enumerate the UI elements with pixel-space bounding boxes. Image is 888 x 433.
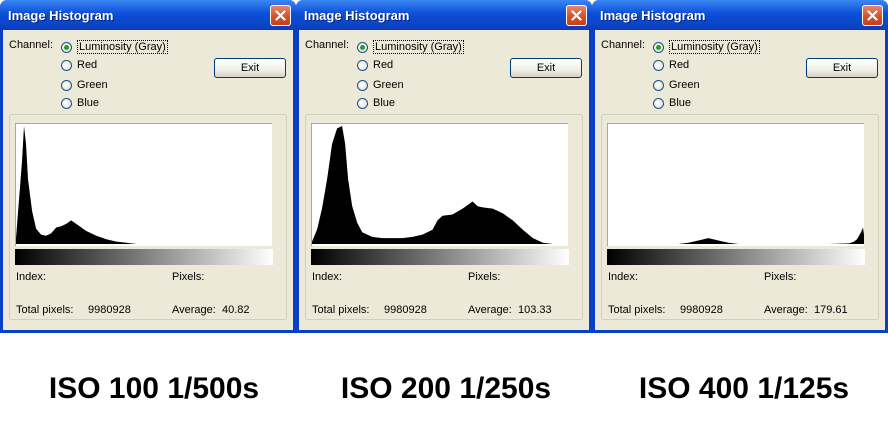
histogram-area [16,126,272,244]
radio-button[interactable] [653,41,664,53]
total-pixels-value: 9980928 [384,304,427,316]
histogram-window: Image Histogram Channel: Luminosity (Gra… [0,0,296,333]
histogram-group: Index: Pixels: Total pixels: 9980928 Ave… [9,114,287,320]
total-pixels-value: 9980928 [680,304,723,316]
channel-option-luminosity[interactable]: Luminosity (Gray) [61,40,168,54]
close-button[interactable] [270,5,291,26]
radio-button[interactable] [357,59,368,71]
channel-option-red[interactable]: Red [61,59,97,71]
exposure-caption: ISO 100 1/500s [48,372,260,405]
channel-option-blue[interactable]: Blue [653,97,691,109]
pixels-label: Pixels: [172,271,205,283]
title-bar[interactable]: Image Histogram [592,0,888,30]
close-button[interactable] [862,5,883,26]
channel-option-green[interactable]: Green [653,79,700,91]
window-title: Image Histogram [600,8,706,23]
close-button[interactable] [566,5,587,26]
channel-option-red[interactable]: Red [653,59,689,71]
total-pixels-label: Total pixels: [312,304,370,316]
channel-option-label: Blue [77,97,100,109]
channel-option-luminosity[interactable]: Luminosity (Gray) [357,40,464,54]
channel-option-label: Luminosity (Gray) [669,40,760,54]
radio-button[interactable] [61,59,72,71]
channel-option-label: Red [669,59,690,71]
radio-button[interactable] [653,59,664,71]
radio-button[interactable] [61,79,72,91]
channel-option-red[interactable]: Red [357,59,393,71]
channel-option-label: Green [77,79,108,91]
exit-button[interactable]: Exit [214,58,286,78]
window-title: Image Histogram [304,8,410,23]
close-icon [275,10,286,21]
channel-label: Channel: [601,39,646,51]
average-label: Average: [764,304,808,316]
channel-option-blue[interactable]: Blue [357,97,395,109]
radio-button[interactable] [357,79,368,91]
average-value: 179.61 [814,304,848,316]
histogram-area [608,227,864,244]
close-icon [571,10,582,21]
channel-option-label: Green [669,79,700,91]
average-value: 103.33 [518,304,552,316]
histogram-plot [15,123,272,246]
average-label: Average: [172,304,216,316]
channel-option-label: Red [77,59,98,71]
channel-option-label: Luminosity (Gray) [77,40,168,54]
total-pixels-label: Total pixels: [16,304,74,316]
channel-option-label: Blue [669,97,692,109]
radio-button[interactable] [61,97,72,109]
radio-button[interactable] [61,41,72,53]
radio-button[interactable] [357,97,368,109]
pixels-label: Pixels: [764,271,797,283]
channel-option-label: Blue [373,97,396,109]
index-label: Index: [16,271,46,283]
histogram-window: Image Histogram Channel: Luminosity (Gra… [592,0,888,333]
exposure-caption: ISO 200 1/250s [340,372,552,405]
index-label: Index: [312,271,342,283]
histogram-chart [608,227,864,244]
histogram-area [312,126,568,244]
channel-label: Channel: [305,39,350,51]
channel-option-label: Green [373,79,404,91]
channel-option-green[interactable]: Green [61,79,108,91]
window-client-area: Channel: Luminosity (Gray) Red Green Blu… [595,30,885,330]
channel-option-label: Red [373,59,394,71]
radio-button[interactable] [653,79,664,91]
intensity-gradient-bar [607,249,865,265]
total-pixels-value: 9980928 [88,304,131,316]
window-client-area: Channel: Luminosity (Gray) Red Green Blu… [299,30,589,330]
title-bar[interactable]: Image Histogram [0,0,296,30]
window-client-area: Channel: Luminosity (Gray) Red Green Blu… [3,30,293,330]
channel-option-green[interactable]: Green [357,79,404,91]
exit-button[interactable]: Exit [806,58,878,78]
histogram-plot [607,123,864,246]
channel-option-luminosity[interactable]: Luminosity (Gray) [653,40,760,54]
radio-button[interactable] [653,97,664,109]
channel-option-label: Luminosity (Gray) [373,40,464,54]
histogram-plot [311,123,568,246]
index-label: Index: [608,271,638,283]
channel-option-blue[interactable]: Blue [61,97,99,109]
channel-label: Channel: [9,39,54,51]
exposure-caption: ISO 400 1/125s [638,372,850,405]
window-title: Image Histogram [8,8,114,23]
close-icon [867,10,878,21]
exit-button[interactable]: Exit [510,58,582,78]
histogram-chart [16,126,272,244]
histogram-chart [312,126,568,244]
intensity-gradient-bar [15,249,273,265]
title-bar[interactable]: Image Histogram [296,0,592,30]
radio-button[interactable] [357,41,368,53]
histogram-group: Index: Pixels: Total pixels: 9980928 Ave… [305,114,583,320]
histogram-group: Index: Pixels: Total pixels: 9980928 Ave… [601,114,879,320]
total-pixels-label: Total pixels: [608,304,666,316]
average-value: 40.82 [222,304,250,316]
histogram-window: Image Histogram Channel: Luminosity (Gra… [296,0,592,333]
pixels-label: Pixels: [468,271,501,283]
average-label: Average: [468,304,512,316]
intensity-gradient-bar [311,249,569,265]
